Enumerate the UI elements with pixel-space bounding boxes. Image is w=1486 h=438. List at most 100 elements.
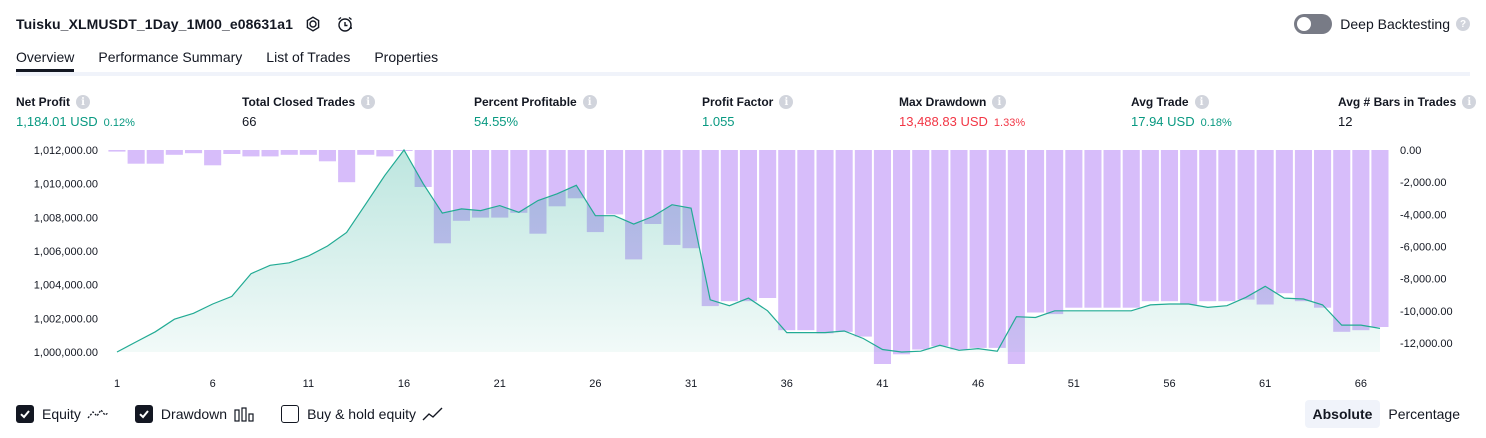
drawdown-bar (1084, 150, 1102, 308)
drawdown-bar (606, 150, 624, 215)
left-axis-tick-label: 1,002,000.00 (34, 313, 98, 325)
drawdown-bar (280, 150, 298, 155)
drawdown-bar (1046, 150, 1064, 315)
drawdown-bar (1180, 150, 1198, 305)
drawdown-bar (472, 150, 490, 218)
stat-label: Net Profit (16, 95, 70, 109)
left-axis-tick-label: 1,008,000.00 (34, 212, 98, 224)
right-axis-tick-label: -12,000.00 (1400, 338, 1453, 350)
mode-percentage-button[interactable]: Percentage (1380, 400, 1468, 428)
drawdown-bar (510, 150, 528, 213)
drawdown-bar (1371, 150, 1389, 327)
legend-drawdown[interactable]: Drawdown (134, 405, 255, 423)
info-icon[interactable]: i (1194, 95, 1209, 109)
stat-value: 66 (242, 114, 257, 129)
tab-overview[interactable]: Overview (16, 44, 75, 72)
left-axis-tick-label: 1,006,000.00 (34, 246, 98, 258)
stat-label: Max Drawdown (899, 95, 987, 109)
checkbox-checked-icon[interactable] (134, 405, 153, 423)
stat-value: 54.55% (474, 114, 519, 129)
drawdown-bar (261, 150, 279, 157)
drawdown-bar (1027, 150, 1045, 313)
drawdown-bar (759, 150, 777, 298)
drawdown-bar (893, 150, 911, 355)
deep-backtesting-toggle[interactable] (1294, 14, 1333, 34)
stat-avg-bars-in-trades: Avg # Bars in Trades i 12 (1338, 94, 1477, 129)
right-axis-tick-label: -8,000.00 (1400, 274, 1446, 286)
tab-bar: Overview Performance Summary List of Tra… (16, 44, 1470, 76)
deep-backtesting: Deep Backtesting ? (1294, 12, 1470, 36)
drawdown-bar (854, 150, 872, 337)
mode-absolute-button[interactable]: Absolute (1304, 400, 1381, 428)
drawdown-bar (778, 150, 796, 331)
drawdown-bar (318, 150, 336, 162)
drawdown-bar (223, 150, 241, 154)
drawdown-bar (1256, 150, 1274, 305)
drawdown-bar (127, 150, 145, 164)
alarm-clock-icon[interactable] (333, 12, 357, 36)
legend-label: Buy & hold equity (307, 406, 417, 422)
left-axis-tick-label: 1,000,000.00 (34, 347, 98, 359)
x-axis-tick-label: 41 (876, 378, 888, 390)
right-axis-tick-label: -4,000.00 (1400, 209, 1446, 221)
equity-line-icon (87, 408, 109, 419)
x-axis-tick-label: 1 (114, 378, 120, 390)
checkbox-checked-icon[interactable] (16, 405, 34, 423)
drawdown-bar (1103, 150, 1121, 308)
gear-icon[interactable] (301, 12, 325, 36)
right-axis: 0.00 -2,000.00 -4,000.00 -6,000.00 -8,000.00… (1400, 145, 1453, 350)
x-axis-tick-label: 36 (781, 378, 793, 390)
drawdown-bar (873, 150, 891, 364)
stat-avg-trade: Avg Trade i 17.94 USD 0.18% (1131, 94, 1232, 129)
stat-percent: 0.18% (1200, 117, 1232, 129)
equity-drawdown-chart[interactable]: 1,012,000.00 1,010,000.00 1,008,000.00 1,00… (0, 138, 1486, 396)
header: Tuisku_XLMUSDT_1Day_1M00_e08631a1 (16, 12, 357, 36)
help-icon[interactable]: ? (1456, 17, 1470, 31)
legend-buy-hold-equity[interactable]: Buy & hold equity (281, 405, 444, 423)
legend-equity[interactable]: Equity (16, 405, 109, 423)
info-icon[interactable]: i (992, 95, 1007, 109)
stat-percent: 1.33% (993, 117, 1026, 129)
x-axis-tick-label: 31 (685, 378, 697, 390)
x-axis-tick-label: 26 (589, 378, 601, 390)
drawdown-bar (912, 150, 930, 350)
info-icon[interactable]: i (1462, 95, 1477, 109)
left-axis-tick-label: 1,004,000.00 (34, 280, 98, 292)
x-axis-tick-label: 16 (398, 378, 410, 390)
drawdown-bar (835, 150, 853, 332)
stat-value: 17.94 USD (1131, 114, 1195, 129)
drawdown-bar (1122, 150, 1140, 308)
left-axis: 1,012,000.00 1,010,000.00 1,008,000.00 1,00… (34, 145, 98, 359)
drawdown-bar (1065, 150, 1083, 308)
tab-performance-summary[interactable]: Performance Summary (98, 44, 242, 72)
drawdown-bar (108, 150, 126, 152)
stat-value: 13,488.83 USD (899, 114, 988, 129)
x-axis-tick-label: 56 (1163, 378, 1175, 390)
tab-properties[interactable]: Properties (374, 44, 438, 72)
stat-label: Percent Profitable (474, 95, 577, 109)
right-axis-tick-label: -10,000.00 (1400, 306, 1453, 318)
stat-total-closed-trades: Total Closed Trades i 66 (242, 94, 376, 129)
drawdown-bar (1218, 150, 1236, 302)
x-axis-tick-label: 6 (210, 378, 216, 390)
drawdown-bar (1237, 150, 1255, 300)
right-axis-tick-label: 0.00 (1400, 145, 1421, 157)
info-icon[interactable]: i (582, 95, 597, 109)
x-axis-tick-label: 61 (1259, 378, 1271, 390)
drawdown-bar (1352, 150, 1370, 331)
info-icon[interactable]: i (76, 95, 90, 109)
checkbox-unchecked-icon[interactable] (281, 405, 300, 423)
stat-label: Total Closed Trades (242, 95, 356, 109)
stat-label: Profit Factor (702, 95, 774, 109)
chart-legend: Equity Drawdown Buy & hold equity (16, 403, 470, 425)
x-axis-tick-label: 11 (303, 378, 314, 390)
info-icon[interactable]: i (361, 95, 376, 109)
tab-list-of-trades[interactable]: List of Trades (266, 44, 350, 72)
drawdown-bar (1160, 150, 1178, 302)
drawdown-bar (950, 150, 968, 350)
view-mode-switch: Absolute Percentage (1304, 400, 1469, 428)
info-icon[interactable]: i (779, 95, 794, 109)
drawdown-bar (816, 150, 834, 334)
drawdown-bar (165, 150, 183, 155)
stat-percent: 0.12% (103, 117, 135, 129)
